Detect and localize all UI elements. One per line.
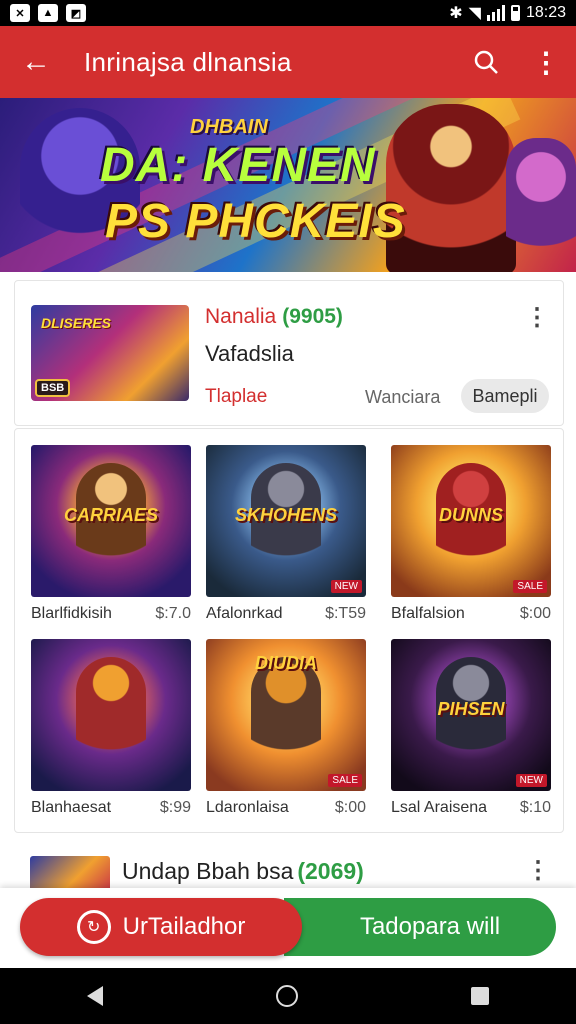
grid-tile[interactable]: SKHOHENS NEW Afalonrkad $:T59 — [206, 445, 366, 623]
tile-image-title: CARRIAES — [63, 505, 158, 525]
page-title: Inrinajsa dlnansia — [84, 46, 292, 77]
tile-name: Afalonrkad — [206, 605, 283, 622]
banner-headline: DA: KENEN — [100, 139, 376, 192]
featured-item-card[interactable]: DLISERES BSB Nanalia (9905) Vafadslia Tla… — [14, 280, 564, 426]
notification-x-icon: ✕ — [10, 4, 30, 22]
tile-price: $:7.0 — [155, 605, 191, 622]
tile-price: $:00 — [334, 799, 366, 816]
tile-image[interactable]: DIUDIA SALE — [206, 639, 366, 791]
system-navigation-bar — [0, 968, 576, 1024]
list-item-title: Undap Bbah bsa (2069) — [122, 858, 364, 884]
grid-tile[interactable]: DUNNS SALE Bfalfalsion $:00 — [391, 445, 551, 623]
primary-action-label: UrTailadhor — [122, 913, 246, 940]
tile-image[interactable]: SKHOHENS NEW — [206, 445, 366, 597]
tile-image[interactable]: CARRIAES — [31, 445, 191, 597]
bluetooth-icon: ✱ — [449, 5, 463, 22]
banner-character-right — [506, 138, 576, 268]
banner-subheadline: PS PHCKEIS — [105, 195, 406, 248]
clock: 18:23 — [525, 4, 566, 21]
tile-name: Lsal Araisena — [391, 799, 488, 816]
grid-tile[interactable]: CARRIAES Blarlfidkisih $:7.0 — [31, 445, 191, 623]
featured-meta: Wanciara — [365, 387, 441, 407]
featured-thumbnail-title: DLISERES — [41, 315, 112, 331]
nav-recents-icon[interactable] — [471, 987, 490, 1005]
tile-image-title: DIUDIA — [255, 653, 317, 673]
tile-price: $:99 — [159, 799, 191, 816]
app-bar: ← Inrinajsa dlnansia ⋮ — [0, 26, 576, 98]
wifi-icon: ◥ — [468, 5, 481, 22]
search-icon[interactable] — [456, 26, 516, 98]
tile-image[interactable]: DUNNS SALE — [391, 445, 551, 597]
bottom-action-bar: ↻ UrTailadhor Tadopara will — [0, 888, 576, 968]
back-arrow-icon[interactable]: ← — [0, 26, 72, 98]
tile-image-title: PIHSEN — [437, 699, 505, 719]
tile-name: Blarlfidkisih — [31, 605, 112, 622]
tile-name: Ldaronlaisa — [206, 799, 289, 816]
featured-action-button[interactable]: Bamepli — [461, 379, 549, 413]
tile-image-title: SKHOHENS — [234, 505, 337, 525]
primary-action-button[interactable]: ↻ UrTailadhor — [20, 898, 302, 956]
tile-image-title: DUNNS — [438, 505, 503, 525]
nav-home-icon[interactable] — [275, 985, 298, 1007]
battery-icon — [510, 5, 520, 21]
tile-badge: SALE — [513, 580, 547, 593]
banner-kicker: DHBAIN — [190, 116, 268, 138]
list-item-title-tag: (2069) — [297, 858, 364, 884]
featured-thumbnail-tag: BSB — [35, 379, 71, 397]
tile-price: $:10 — [519, 799, 551, 816]
tile-price: $:00 — [519, 605, 551, 622]
grid-tile[interactable]: Blanhaesat $:99 — [31, 639, 191, 817]
notification-icons: ✕ ▲ ◩ — [10, 4, 86, 22]
featured-thumbnail[interactable]: DLISERES BSB — [31, 305, 189, 401]
hero-banner[interactable]: DHBAIN DA: KENEN PS PHCKEIS — [0, 98, 576, 272]
tile-name: Blanhaesat — [31, 799, 112, 816]
product-grid: CARRIAES Blarlfidkisih $:7.0 SKHOHENS NEW… — [14, 428, 564, 833]
tile-image[interactable]: PIHSEN NEW — [391, 639, 551, 791]
secondary-action-button[interactable]: Tadopara will — [284, 898, 556, 956]
tile-badge: NEW — [515, 774, 547, 787]
featured-subtitle: Vafadslia — [205, 341, 294, 366]
status-bar: ✕ ▲ ◩ ✱ ◥ 18:23 — [0, 0, 576, 26]
signal-icon — [486, 5, 505, 21]
nav-back-icon[interactable] — [86, 986, 103, 1006]
list-item-more-icon[interactable]: ⋮ — [526, 856, 550, 885]
refresh-icon: ↻ — [76, 910, 111, 944]
tile-name: Bfalfalsion — [391, 605, 465, 622]
notification-image-icon: ▲ — [38, 4, 58, 22]
tile-badge: SALE — [328, 774, 362, 787]
grid-tile[interactable]: PIHSEN NEW Lsal Araisena $:10 — [391, 639, 551, 817]
tile-image[interactable] — [31, 639, 191, 791]
featured-more-icon[interactable]: ⋮ — [525, 303, 549, 332]
featured-link[interactable]: Tlaplae — [205, 386, 267, 408]
notification-app-icon: ◩ — [66, 4, 86, 22]
more-options-icon[interactable]: ⋮ — [516, 26, 576, 98]
tile-badge: NEW — [330, 580, 362, 593]
featured-title: Nanalia (9905) — [205, 305, 343, 328]
tile-price: $:T59 — [325, 605, 366, 622]
grid-tile[interactable]: DIUDIA SALE Ldaronlaisa $:00 — [206, 639, 366, 817]
featured-title-tag: (9905) — [282, 305, 343, 328]
